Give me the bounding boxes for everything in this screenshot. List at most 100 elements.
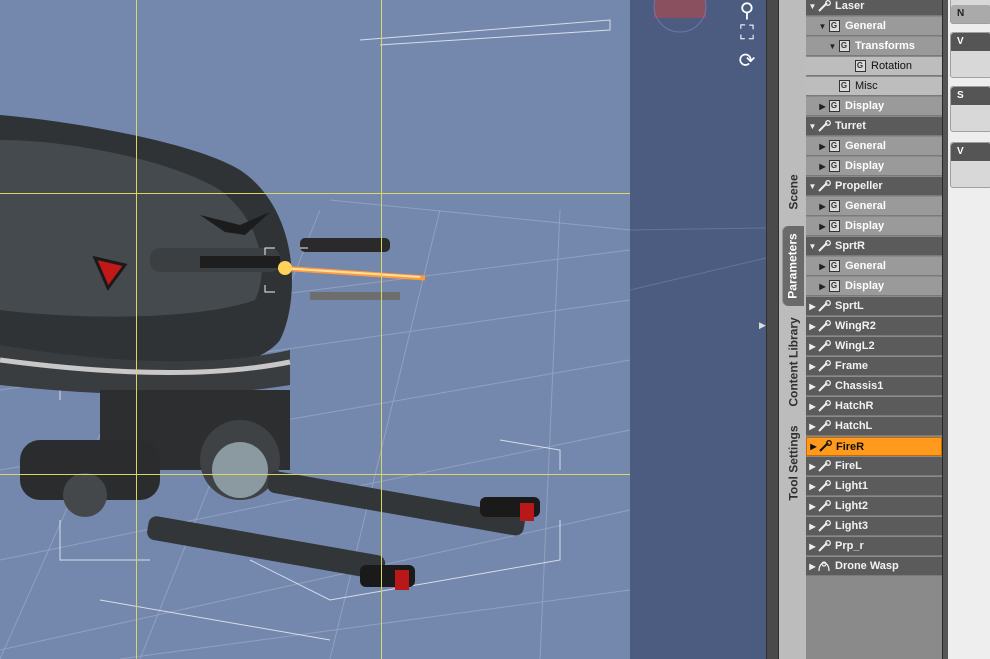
tree-node-row[interactable]: ▼ Turret: [806, 117, 942, 136]
tree-row-label: Rotation: [871, 60, 912, 72]
tree-group-row[interactable]: ▼ G Transforms: [806, 37, 942, 56]
orbit-icon[interactable]: ⟳: [736, 50, 758, 72]
tree-node-row[interactable]: ▶ FireL: [806, 457, 942, 476]
tab-content-library[interactable]: Content Library: [783, 310, 805, 414]
collapsed-arrow-icon[interactable]: ▶: [808, 302, 817, 311]
bone-icon: [817, 299, 831, 313]
expanded-arrow-icon[interactable]: ▼: [808, 242, 817, 251]
tree-row-label: Frame: [835, 360, 869, 372]
tree-group-row[interactable]: ▶ G Display: [806, 217, 942, 236]
bone-icon: [817, 119, 831, 133]
tree-node-row[interactable]: ▶ Light3: [806, 517, 942, 536]
tree-node-row[interactable]: ▶ Light1: [806, 477, 942, 496]
collapsed-arrow-icon[interactable]: ▶: [808, 362, 817, 371]
tree-node-row[interactable]: ▶ HatchR: [806, 397, 942, 416]
guide-line-vertical: [381, 0, 382, 659]
tab-tool-settings[interactable]: Tool Settings: [783, 418, 805, 508]
collapsed-arrow-icon[interactable]: ▶: [809, 442, 818, 451]
group-icon: G: [837, 40, 851, 53]
collapsed-arrow-icon[interactable]: ▶: [808, 342, 817, 351]
tree-row-label: HatchR: [835, 400, 874, 412]
tree-row-label: General: [845, 260, 886, 272]
frame-icon[interactable]: ⛶: [736, 22, 758, 44]
tree-row-label: SprtL: [835, 300, 864, 312]
tree-row-label: Propeller: [835, 180, 883, 192]
group-icon: G: [827, 200, 841, 213]
tree-node-row[interactable]: ▼ Laser: [806, 0, 942, 16]
tab-scene[interactable]: Scene: [783, 160, 805, 224]
collapsed-arrow-icon[interactable]: ▶: [808, 422, 817, 431]
collapsed-arrow-icon[interactable]: ▶: [808, 322, 817, 331]
collapsed-arrow-icon[interactable]: ▶: [808, 522, 817, 531]
collapsed-arrow-icon[interactable]: ▶: [808, 462, 817, 471]
3d-viewport[interactable]: [0, 0, 630, 659]
tree-node-row[interactable]: ▶ Light2: [806, 497, 942, 516]
tree-node-row[interactable]: ▶ Drone Wasp: [806, 557, 942, 576]
parameter-box[interactable]: V: [950, 142, 990, 188]
collapsed-arrow-icon[interactable]: ▶: [808, 542, 817, 551]
tree-node-row[interactable]: ▶ Chassis1: [806, 377, 942, 396]
tree-node-row[interactable]: ▶ HatchL: [806, 417, 942, 436]
tree-node-row[interactable]: ▼ Propeller: [806, 177, 942, 196]
tree-row-label: Display: [845, 220, 885, 232]
tree-node-row[interactable]: ▶ FireR: [806, 437, 942, 456]
parameter-box[interactable]: S: [950, 86, 990, 132]
tree-node-row[interactable]: ▶ WingL2: [806, 337, 942, 356]
tree-row-label: WingL2: [835, 340, 875, 352]
collapsed-arrow-icon[interactable]: ▶: [808, 502, 817, 511]
expanded-arrow-icon[interactable]: ▼: [818, 22, 827, 31]
tree-node-row[interactable]: ▶ SprtL: [806, 297, 942, 316]
tree-group-row[interactable]: ▼ G General: [806, 17, 942, 36]
collapsed-arrow-icon[interactable]: ▶: [808, 482, 817, 491]
group-icon: G: [853, 60, 867, 73]
tree-row-label: HatchL: [835, 420, 873, 432]
tree-group-row[interactable]: ▶ G Display: [806, 157, 942, 176]
bone-icon: [817, 479, 831, 493]
group-icon: G: [827, 260, 841, 273]
collapsed-arrow-icon[interactable]: ▶: [818, 222, 827, 231]
tree-node-row[interactable]: ▶ WingR2: [806, 317, 942, 336]
collapsed-arrow-icon[interactable]: ▶: [818, 282, 827, 291]
tree-node-row[interactable]: ▶ Prp_r: [806, 537, 942, 556]
tree-property-row[interactable]: G Misc: [806, 77, 942, 96]
tree-row-label: Transforms: [855, 40, 915, 52]
tree-row-label: Chassis1: [835, 380, 884, 392]
collapsed-arrow-icon[interactable]: ▶: [818, 162, 827, 171]
expanded-arrow-icon[interactable]: ▼: [828, 42, 837, 51]
bone-icon: [817, 399, 831, 413]
parameter-box[interactable]: N: [950, 0, 990, 24]
collapsed-arrow-icon[interactable]: ▶: [818, 202, 827, 211]
tree-row-label: Display: [845, 280, 885, 292]
expanded-arrow-icon[interactable]: ▼: [808, 182, 817, 191]
tree-row-label: Prp_r: [835, 540, 864, 552]
tree-node-row[interactable]: ▶ Frame: [806, 357, 942, 376]
collapsed-arrow-icon[interactable]: ▶: [808, 382, 817, 391]
bone-icon: [817, 319, 831, 333]
tree-group-row[interactable]: ▶ G General: [806, 197, 942, 216]
figure-icon: [817, 560, 831, 573]
parameters-node-tree[interactable]: ▼ Laser ▼ G General ▼ G Transforms G Rotation G Mis…: [806, 0, 942, 659]
tab-parameters[interactable]: Parameters: [782, 226, 804, 306]
tree-property-row[interactable]: G Rotation: [806, 57, 942, 76]
collapsed-arrow-icon[interactable]: ▶: [808, 562, 817, 571]
viewport-grid: [630, 0, 766, 291]
expanded-arrow-icon[interactable]: ▼: [808, 122, 817, 131]
collapsed-arrow-icon[interactable]: ▶: [818, 262, 827, 271]
expanded-arrow-icon[interactable]: ▼: [808, 2, 817, 11]
tree-group-row[interactable]: ▶ G General: [806, 137, 942, 156]
tree-group-row[interactable]: ▶ G General: [806, 257, 942, 276]
tree-group-row[interactable]: ▶ G Display: [806, 97, 942, 116]
parameter-box[interactable]: V: [950, 32, 990, 78]
group-icon: G: [827, 20, 841, 33]
collapsed-arrow-icon[interactable]: ▶: [818, 142, 827, 151]
tree-node-row[interactable]: ▼ SprtR: [806, 237, 942, 256]
search-icon[interactable]: ⚲: [736, 0, 758, 22]
collapse-arrow-icon[interactable]: ▶: [759, 320, 766, 331]
collapsed-arrow-icon[interactable]: ▶: [818, 102, 827, 111]
tree-group-row[interactable]: ▶ G Display: [806, 277, 942, 296]
collapsed-arrow-icon[interactable]: ▶: [808, 402, 817, 411]
tree-row-label: Light2: [835, 500, 868, 512]
tree-row-label: General: [845, 140, 886, 152]
bone-icon: [817, 179, 831, 193]
tree-row-label: Turret: [835, 120, 866, 132]
